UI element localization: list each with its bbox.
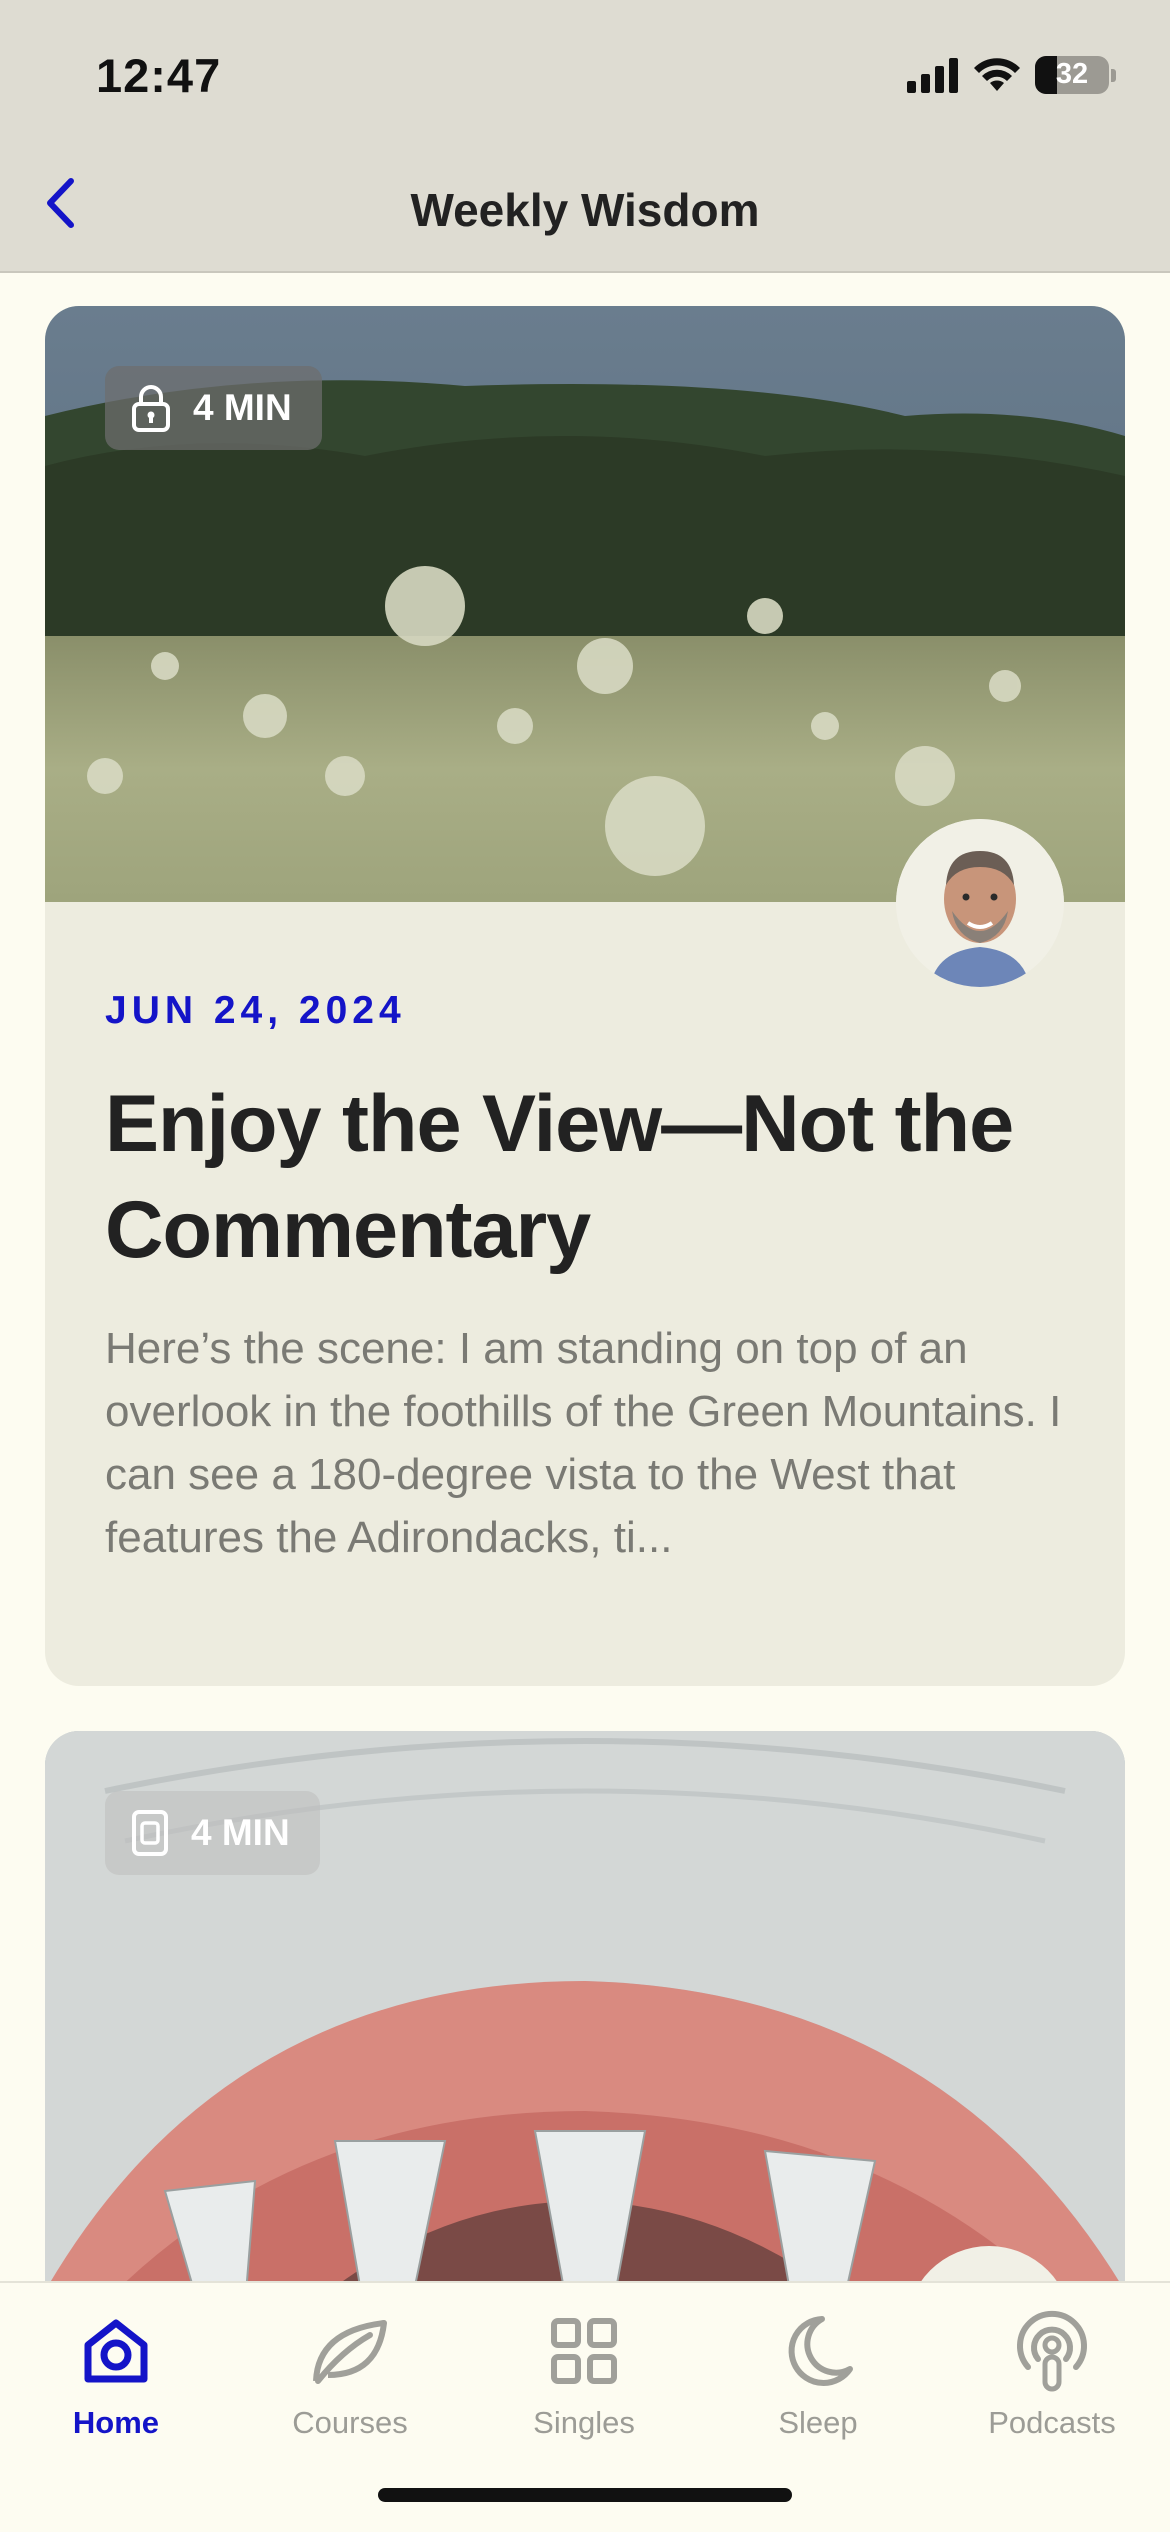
card-excerpt: Here’s the scene: I am standing on top o… xyxy=(105,1324,1062,1562)
card-date: JUN 24, 2024 xyxy=(105,989,406,1032)
tab-label: Home xyxy=(72,2405,160,2440)
status-time: 12:47 xyxy=(96,49,222,102)
tab-label: Singles xyxy=(533,2405,635,2440)
tab-label: Sleep xyxy=(778,2405,858,2440)
wifi-icon xyxy=(974,58,1020,91)
duration-badge: 4 MIN xyxy=(105,366,322,450)
top-bar: 12:47 32 Weekly Wisdom xyxy=(0,0,1170,273)
duration-label: 4 MIN xyxy=(193,387,292,428)
tab-sleep[interactable]: Sleep xyxy=(718,2301,918,2441)
page-title: Weekly Wisdom xyxy=(410,184,760,236)
tab-label: Podcasts xyxy=(988,2405,1116,2440)
wisdom-card[interactable]: 4 MIN JUN 24, 2024 Enjoy the View—Not th… xyxy=(45,306,1125,1686)
author-avatar xyxy=(896,819,1064,987)
moon-icon xyxy=(788,2316,853,2386)
card-title: Enjoy the View—Not the Commentary xyxy=(105,1079,1014,1275)
home-indicator[interactable] xyxy=(378,2488,792,2502)
home-icon xyxy=(84,2319,148,2383)
signal-icon xyxy=(907,58,958,93)
lock-icon xyxy=(132,385,170,432)
tab-courses[interactable]: Courses xyxy=(250,2301,450,2441)
leaf-icon xyxy=(313,2320,387,2384)
grid-icon xyxy=(551,2318,617,2384)
duration-badge: 4 MIN xyxy=(105,1791,320,1875)
battery-nub xyxy=(1111,68,1116,82)
tab-home[interactable]: Home xyxy=(16,2301,216,2441)
podcast-icon xyxy=(1017,2310,1087,2392)
tab-podcasts[interactable]: Podcasts xyxy=(952,2301,1152,2441)
battery-icon: 32 xyxy=(1035,56,1109,94)
status-icons: 32 xyxy=(907,50,1116,100)
card-body: JUN 24, 2024 Enjoy the View—Not the Comm… xyxy=(105,989,1065,1569)
duration-label: 4 MIN xyxy=(191,1812,290,1853)
article-icon xyxy=(132,1810,168,1856)
tab-label: Courses xyxy=(292,2405,408,2440)
tab-singles[interactable]: Singles xyxy=(484,2301,684,2441)
battery-level: 32 xyxy=(1055,58,1089,90)
